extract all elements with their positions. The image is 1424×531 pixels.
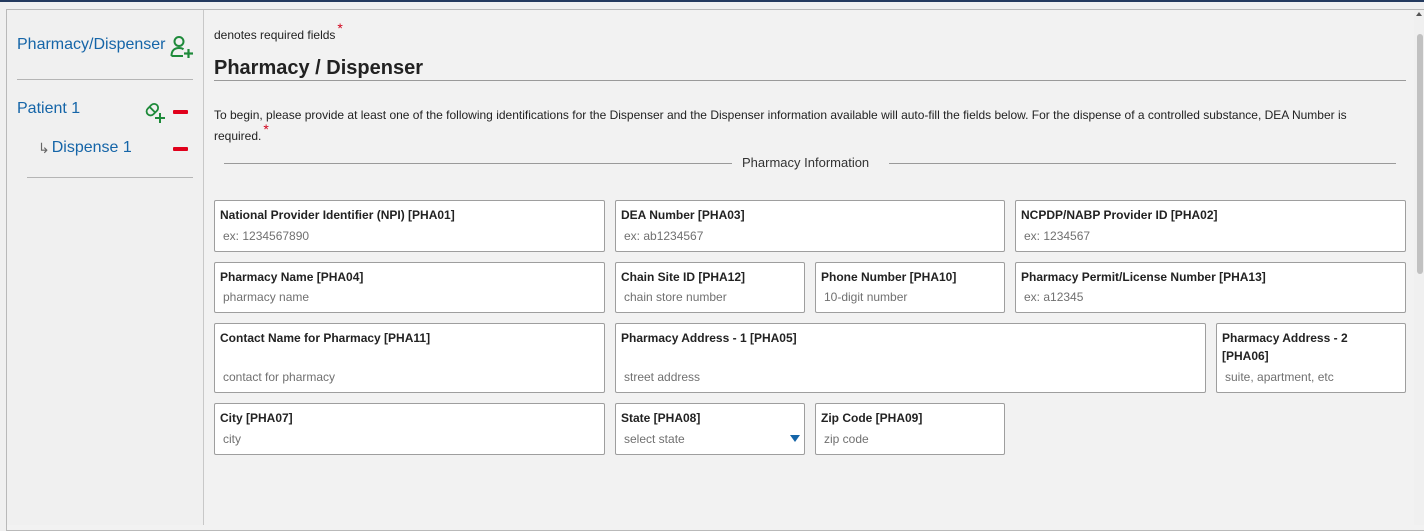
pharmacy-name-input[interactable]: pharmacy name: [223, 290, 309, 304]
city-input[interactable]: city: [223, 432, 241, 446]
vertical-scrollbar[interactable]: [1414, 10, 1424, 525]
npi-field[interactable]: National Provider Identifier (NPI) [PHA0…: [214, 200, 605, 252]
permit-input[interactable]: ex: a12345: [1024, 290, 1083, 304]
zip-input[interactable]: zip code: [824, 432, 869, 446]
add-dispense-icon[interactable]: [142, 100, 166, 124]
contact-input[interactable]: contact for pharmacy: [223, 370, 335, 384]
remove-patient-icon[interactable]: [173, 110, 188, 114]
scroll-up-icon[interactable]: [1416, 12, 1422, 16]
city-field[interactable]: City [PHA07] city: [214, 403, 605, 455]
address2-input[interactable]: suite, apartment, etc: [1225, 370, 1334, 384]
city-label: City [PHA07]: [220, 411, 293, 425]
npi-input[interactable]: ex: 1234567890: [223, 229, 309, 243]
chain-site-label: Chain Site ID [PHA12]: [621, 270, 746, 284]
address2-field[interactable]: Pharmacy Address - 2 [PHA06] suite, apar…: [1216, 323, 1406, 393]
permit-label: Pharmacy Permit/License Number [PHA13]: [1021, 270, 1266, 284]
zip-label: Zip Code [PHA09]: [821, 411, 923, 425]
scrollbar-thumb[interactable]: [1417, 34, 1423, 274]
state-label: State [PHA08]: [621, 411, 701, 425]
required-asterisk: *: [337, 20, 343, 36]
group-legend: Pharmacy Information: [742, 155, 870, 170]
address1-input[interactable]: street address: [624, 370, 700, 384]
add-user-icon[interactable]: [170, 35, 194, 59]
sub-item-arrow-icon: ↳: [38, 139, 50, 156]
ncpdp-label: NCPDP/NABP Provider ID [PHA02]: [1021, 208, 1218, 222]
npi-label: National Provider Identifier (NPI) [PHA0…: [220, 208, 455, 222]
sidebar-item-pharmacy[interactable]: Pharmacy/Dispenser: [17, 36, 166, 54]
sidebar-item-pharmacy-label[interactable]: Pharmacy/Dispenser: [17, 36, 166, 54]
remove-dispense-icon[interactable]: [173, 147, 188, 151]
sidebar-divider: [27, 177, 193, 178]
dropdown-caret-icon[interactable]: [790, 435, 800, 442]
sidebar-item-dispense-label[interactable]: Dispense 1: [52, 139, 132, 157]
state-select[interactable]: select state: [624, 432, 685, 446]
contact-label: Contact Name for Pharmacy [PHA11]: [220, 331, 431, 345]
pharmacy-name-field[interactable]: Pharmacy Name [PHA04] pharmacy name: [214, 262, 605, 313]
permit-field[interactable]: Pharmacy Permit/License Number [PHA13] e…: [1015, 262, 1406, 313]
address1-label: Pharmacy Address - 1 [PHA05]: [621, 331, 797, 345]
dea-label: DEA Number [PHA03]: [621, 208, 745, 222]
phone-label: Phone Number [PHA10]: [821, 270, 957, 284]
state-field[interactable]: State [PHA08] select state: [615, 403, 805, 455]
required-asterisk: *: [263, 121, 269, 137]
sidebar-nav: Pharmacy/Dispenser Patient 1 ↳ Dispense …: [7, 10, 204, 525]
page-title: Pharmacy / Dispenser: [214, 57, 423, 79]
chain-site-field[interactable]: Chain Site ID [PHA12] chain store number: [615, 262, 805, 313]
required-fields-note: denotes required fields *: [214, 20, 343, 42]
dea-field[interactable]: DEA Number [PHA03] ex: ab1234567: [615, 200, 1005, 252]
intro-text: To begin, please provide at least one of…: [214, 105, 1394, 146]
title-divider: [214, 80, 1406, 81]
ncpdp-field[interactable]: NCPDP/NABP Provider ID [PHA02] ex: 12345…: [1015, 200, 1406, 252]
contact-field[interactable]: Contact Name for Pharmacy [PHA11] contac…: [214, 323, 605, 393]
address2-label: Pharmacy Address - 2 [PHA06]: [1222, 331, 1348, 363]
legend-rule-right: [889, 163, 1396, 164]
ncpdp-input[interactable]: ex: 1234567: [1024, 229, 1090, 243]
sidebar-item-dispense[interactable]: ↳ Dispense 1: [38, 139, 132, 157]
dea-input[interactable]: ex: ab1234567: [624, 229, 703, 243]
top-border: [0, 0, 1424, 2]
zip-field[interactable]: Zip Code [PHA09] zip code: [815, 403, 1005, 455]
chain-site-input[interactable]: chain store number: [624, 290, 727, 304]
sidebar-item-patient-label[interactable]: Patient 1: [17, 100, 80, 118]
required-note-text: denotes required fields: [214, 28, 336, 42]
sidebar-divider: [17, 79, 193, 80]
phone-field[interactable]: Phone Number [PHA10] 10-digit number: [815, 262, 1005, 313]
main-content: denotes required fields * Pharmacy / Disp…: [204, 10, 1414, 525]
intro-paragraph: To begin, please provide at least one of…: [214, 108, 1347, 143]
address1-field[interactable]: Pharmacy Address - 1 [PHA05] street addr…: [615, 323, 1206, 393]
phone-input[interactable]: 10-digit number: [824, 290, 907, 304]
legend-rule-left: [224, 163, 732, 164]
sidebar-item-patient[interactable]: Patient 1: [17, 100, 80, 118]
pharmacy-name-label: Pharmacy Name [PHA04]: [220, 270, 364, 284]
